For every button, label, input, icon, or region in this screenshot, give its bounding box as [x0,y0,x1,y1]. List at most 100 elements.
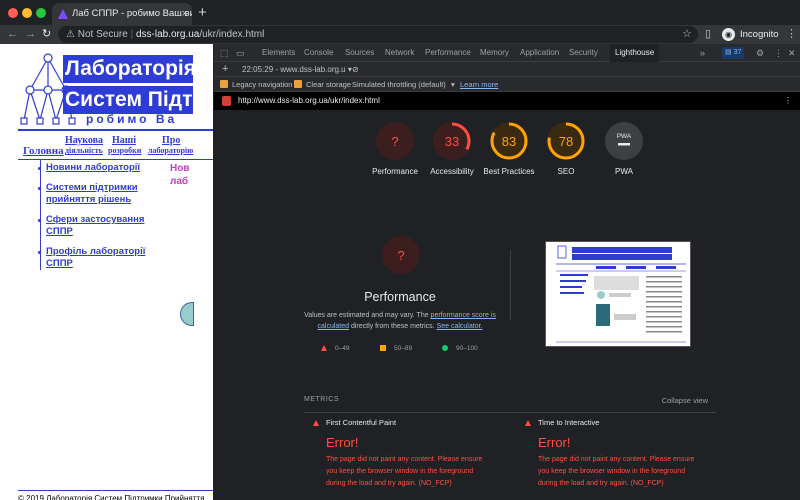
tab-application[interactable]: Application [520,44,559,62]
inspect-element-icon[interactable]: ⬚ [220,44,229,62]
side-panel-icon[interactable]: ▯ [705,25,711,44]
nav-developments-link[interactable]: Наші [112,136,136,146]
nav-home-link[interactable]: Головна [23,146,64,157]
issues-count: 37 [733,49,742,56]
metric-tti-name: Time to Interactive [516,418,701,428]
tab-elements[interactable]: Elements [262,44,295,62]
clear-storage-checkbox[interactable] [294,80,302,88]
throttling-dropdown-icon[interactable]: ▾ [451,77,455,92]
gauge-ring-best-practices: 83 [490,122,528,160]
gauge-accessibility[interactable]: 33 Accessibility [422,121,482,177]
legend-fail-range: 0–49 [335,345,350,352]
report-url-bar: http://www.dss-lab.org.ua/ukr/index.html… [214,92,800,110]
nav-research-link-line2[interactable]: діяльність [65,146,103,156]
gauge-label-seo: SEO [557,167,575,176]
gauge-label-best-practices: Best Practices [483,167,535,176]
tab-title: Лаб СППР - робимо Ваш вибі [72,8,192,19]
address-separator: | [130,29,134,40]
forward-button[interactable]: → [25,25,36,44]
web-page-viewport: Лабораторія Систем Підтр робимо Ва Голов… [0,44,213,500]
performance-description: Values are estimated and may vary. The p… [296,310,504,332]
performance-divider [510,250,511,320]
gauge-label-pwa: PWA [615,167,633,176]
nav-about-link-line2[interactable]: лабораторію [148,146,193,156]
globe-image-icon [180,302,194,326]
gauge-value-seo: 78 [559,134,573,149]
gauge-value-performance: ? [391,134,398,149]
news-heading-line1: Нов [170,163,190,174]
nav-developments-link-line2[interactable]: розробки [108,146,141,156]
tab-lighthouse[interactable]: Lighthouse [610,44,660,62]
average-square-icon [380,345,386,352]
url-domain: dss-lab.org.ua [135,29,200,40]
minimize-window-button[interactable] [22,8,32,18]
collapse-view-button[interactable]: Collapse view [662,396,708,405]
zoom-window-button[interactable] [36,8,46,18]
address-bar[interactable]: ⚠ Not Secure | dss-lab.org.ua/ukr/index.… [58,26,698,43]
metric-fcp: First Contentful Paint Error! The page d… [304,418,489,490]
metric-tti-message: The page did not paint any content. Plea… [538,456,695,487]
gauge-bg-pwa [605,122,643,160]
sidebar-item-profile[interactable]: Профіль лабораторії СППР [36,246,166,270]
legend-average-range: 50–89 [394,345,413,352]
new-report-button[interactable]: + [222,62,228,77]
nav-research-link[interactable]: Наукова [65,136,103,146]
tab-memory[interactable]: Memory [480,44,509,62]
gauge-performance[interactable]: ? Performance [365,121,425,177]
final-screenshot-thumbnail[interactable] [545,241,691,347]
tab-performance[interactable]: Performance [425,44,471,62]
gauge-seo[interactable]: 78 SEO [536,121,596,177]
legacy-navigation-checkbox[interactable] [220,80,228,88]
more-tabs-icon[interactable]: » [700,44,705,62]
metric-fcp-error: Error! [326,435,359,450]
nav-about-link[interactable]: Про [162,136,180,146]
report-url: http://www.dss-lab.org.ua/ukr/index.html [238,96,380,105]
close-devtools-icon[interactable]: ✕ [788,44,796,62]
close-window-button[interactable] [8,8,18,18]
gauge-ring-pwa: PWA [605,122,643,160]
not-secure-label: Not Secure [77,29,128,40]
sidebar-item-dss[interactable]: Системи підтримки прийняття рішень [36,182,166,206]
fail-triangle-icon [321,345,327,352]
report-select[interactable]: 22:05:29 - www.dss-lab.org.u ▾ [242,62,352,77]
browser-tab[interactable]: Лаб СППР - робимо Ваш вибі × [52,3,192,25]
clear-reports-icon[interactable]: ⊘ [352,62,359,77]
calculator-link[interactable]: See calculator. [437,323,483,330]
logo-text-line2: Систем Підтр [63,86,193,114]
logo-text-line3: робимо Ва [86,112,178,126]
sidebar-links: Новини лабораторії Системи підтримки при… [36,162,166,278]
not-secure-icon: ⚠ [66,29,78,40]
bookmark-star-icon[interactable]: ☆ [682,25,692,44]
sidebar-item-news[interactable]: Новини лабораторії [36,162,166,174]
gauge-ring-performance: ? [376,122,414,160]
back-button[interactable]: ← [7,25,18,44]
devtools-tab-bar: ⬚ ▭ Elements Console Sources Network Per… [214,44,800,62]
metric-tti-error: Error! [538,435,571,450]
new-tab-button[interactable]: + [198,4,207,21]
devtools-menu-icon[interactable]: ⋮ [774,44,783,62]
incognito-indicator[interactable]: ◉ Incognito [722,27,779,42]
report-menu-icon[interactable]: ⋮ [784,92,792,110]
reload-button[interactable]: ↻ [42,25,51,44]
browser-window: Лаб СППР - робимо Ваш вибі × + ← → ↻ ⚠ N… [0,0,800,500]
tab-security[interactable]: Security [569,44,598,62]
gauge-best-practices[interactable]: 83 Best Practices [479,121,539,177]
device-toolbar-icon[interactable]: ▭ [236,44,245,62]
performance-big-value: ? [397,248,404,263]
sidebar-item-applications[interactable]: Сфери застосування СППР [36,214,166,238]
gauge-pwa[interactable]: PWA PWA [594,121,654,177]
page-footer: © 2019 Лабораторія Систем Підтримки Прий… [18,490,213,500]
tab-sources[interactable]: Sources [345,44,374,62]
clear-storage-label: Clear storage [306,80,352,89]
tab-network[interactable]: Network [385,44,414,62]
tab-console[interactable]: Console [304,44,333,62]
tab-close-icon[interactable]: × [182,3,188,25]
news-heading-line2: лаб [170,176,189,187]
browser-menu-icon[interactable]: ⋮ [786,25,797,44]
learn-more-link[interactable]: Learn more [460,77,498,92]
settings-gear-icon[interactable]: ⚙ [756,44,764,62]
news-heading-clipped: Нов лаб [170,162,189,188]
legend-average: 50–89 [380,344,412,353]
lighthouse-report: ? Performance 33 Accessibility 83 Best P… [214,110,800,500]
issues-badge[interactable]: ▤ 37 [722,47,745,59]
